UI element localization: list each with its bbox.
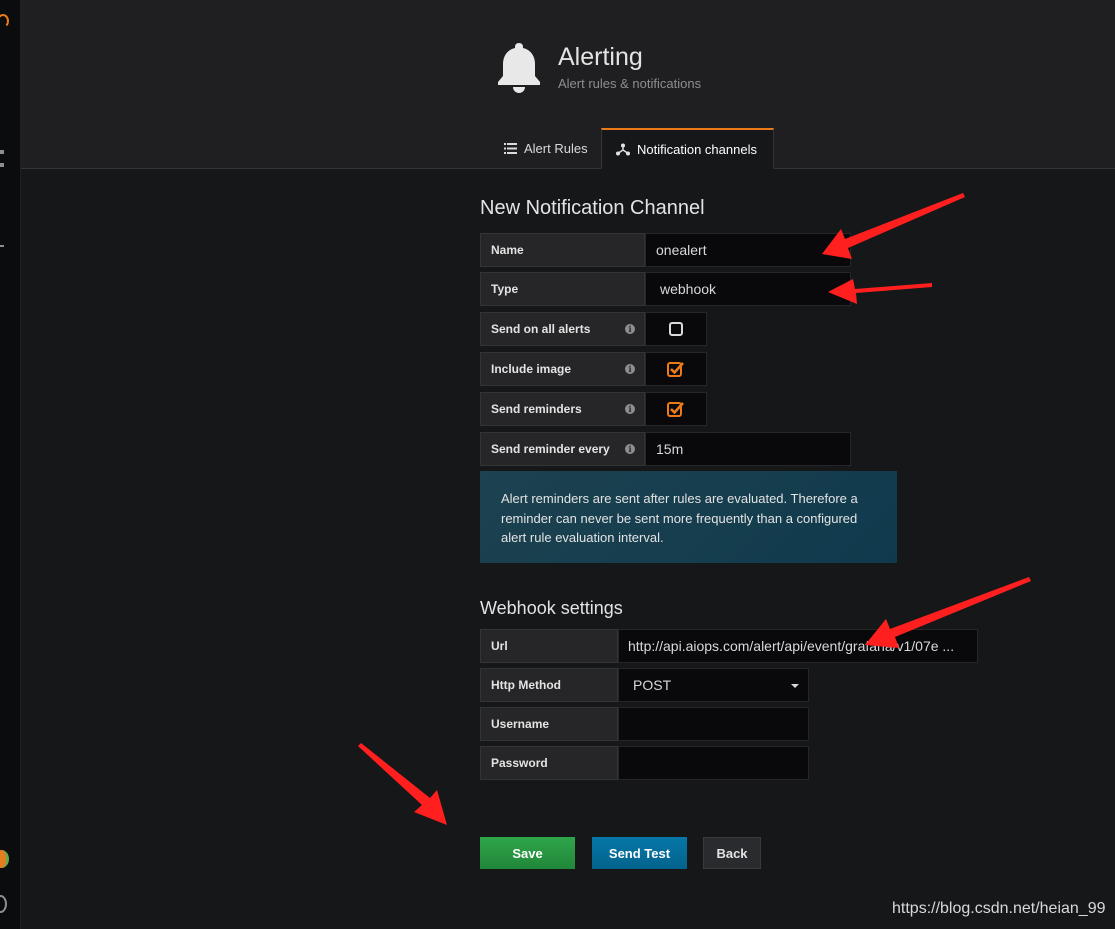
username-label: Username	[480, 707, 618, 741]
webhook-settings-title: Webhook settings	[480, 598, 623, 618]
url-input[interactable]: http://api.aiops.com/alert/api/event/gra…	[618, 629, 978, 663]
name-label: Name	[480, 233, 645, 267]
list-icon	[504, 142, 517, 154]
send-reminder-every-text: Send reminder every	[491, 442, 610, 456]
send-reminders-label: Send reminders i	[480, 392, 645, 426]
type-label: Type	[480, 272, 645, 306]
info-icon[interactable]: i	[625, 364, 635, 374]
back-button[interactable]: Back	[703, 837, 761, 869]
channels-icon	[616, 143, 630, 155]
help-icon[interactable]	[0, 895, 7, 913]
sidebar	[0, 0, 21, 929]
save-button[interactable]: Save	[480, 837, 575, 869]
include-image-text: Include image	[491, 362, 572, 376]
info-icon[interactable]: i	[625, 404, 635, 414]
reminder-info-box: Alert reminders are sent after rules are…	[480, 471, 897, 563]
explore-icon[interactable]	[0, 245, 4, 247]
avatar[interactable]	[0, 850, 9, 868]
info-icon[interactable]: i	[625, 444, 635, 454]
url-label: Url	[480, 629, 618, 663]
grafana-logo-icon[interactable]	[0, 14, 9, 28]
watermark: https://blog.csdn.net/heian_99	[892, 900, 1106, 917]
caret-down-icon	[791, 684, 799, 688]
checkbox-checked-icon	[667, 402, 684, 417]
annotation-arrow-save	[358, 743, 447, 825]
send-on-all-alerts-label: Send on all alerts i	[480, 312, 645, 346]
tab-alert-rules[interactable]: Alert Rules	[494, 128, 598, 168]
tab-notification-channels[interactable]: Notification channels	[601, 128, 774, 169]
page-header: Alerting Alert rules & notifications Ale…	[21, 0, 1115, 169]
send-on-all-alerts-text: Send on all alerts	[491, 322, 591, 336]
username-input[interactable]	[618, 707, 809, 741]
info-icon[interactable]: i	[625, 324, 635, 334]
include-image-label: Include image i	[480, 352, 645, 386]
http-method-label: Http Method	[480, 668, 618, 702]
http-method-select[interactable]: POST	[618, 668, 809, 702]
send-on-all-alerts-checkbox[interactable]	[645, 312, 707, 346]
checkbox-checked-icon	[667, 362, 684, 377]
bell-icon	[498, 43, 540, 93]
checkbox-unchecked-icon	[669, 322, 683, 336]
tab-alert-rules-label: Alert Rules	[524, 140, 588, 156]
send-reminders-checkbox[interactable]	[645, 392, 707, 426]
send-reminder-every-label: Send reminder every i	[480, 432, 645, 466]
dashboards-icon[interactable]	[0, 150, 4, 154]
name-input[interactable]: onealert	[645, 233, 851, 267]
http-method-value: POST	[633, 677, 672, 693]
password-input[interactable]	[618, 746, 809, 780]
tab-notification-channels-label: Notification channels	[637, 141, 757, 157]
include-image-checkbox[interactable]	[645, 352, 707, 386]
reminder-interval-input[interactable]: 15m	[645, 432, 851, 466]
send-reminders-text: Send reminders	[491, 402, 582, 416]
send-test-button[interactable]: Send Test	[592, 837, 687, 869]
page-subtitle: Alert rules & notifications	[558, 76, 702, 91]
password-label: Password	[480, 746, 618, 780]
type-select[interactable]: webhook	[645, 272, 851, 306]
dashboards-icon-lower[interactable]	[0, 163, 4, 167]
form-title: New Notification Channel	[480, 197, 705, 219]
page-title: Alerting	[558, 43, 643, 71]
